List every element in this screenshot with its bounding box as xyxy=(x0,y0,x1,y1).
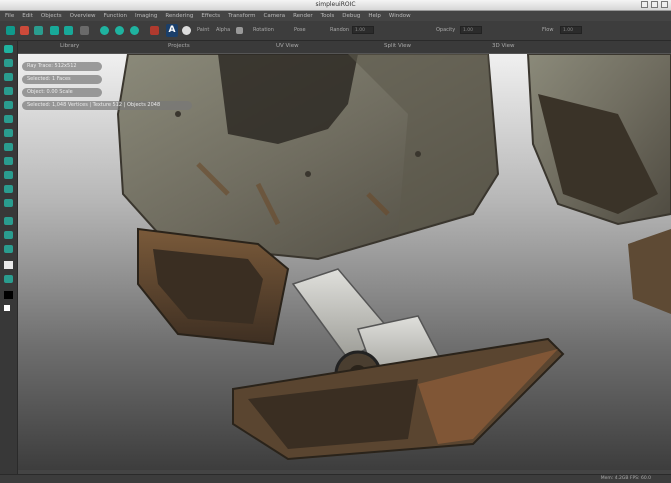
paint-icon[interactable] xyxy=(4,101,13,109)
tab-projects[interactable]: Projects xyxy=(168,43,190,49)
text-tool-icon[interactable]: A xyxy=(166,24,178,37)
3d-viewport[interactable]: Ray Trace: 512x512 Selected: 1 Faces Obj… xyxy=(18,54,671,470)
paint-bucket-icon[interactable] xyxy=(150,26,159,35)
menu-bar: File Edit Objects Overview Function Imag… xyxy=(0,11,671,21)
alpha-label[interactable]: Alpha xyxy=(216,27,230,33)
eraser-icon[interactable] xyxy=(4,115,13,123)
menu-overview[interactable]: Overview xyxy=(70,13,96,19)
menu-effects[interactable]: Effects xyxy=(201,13,220,19)
project-icon[interactable] xyxy=(4,231,13,239)
select-icon[interactable] xyxy=(4,45,13,53)
maximize-button[interactable] xyxy=(651,1,658,8)
viewport-info-line-1: Ray Trace: 512x512 xyxy=(22,62,102,71)
shade-icon[interactable] xyxy=(130,26,139,35)
mask-icon[interactable] xyxy=(4,199,13,207)
minimize-button[interactable] xyxy=(641,1,648,8)
window-titlebar: simpleuiROIC xyxy=(0,0,671,11)
background-color-swatch[interactable] xyxy=(4,291,13,299)
move-icon[interactable] xyxy=(4,59,13,67)
alpha-swatch-icon[interactable] xyxy=(236,27,243,34)
menu-window[interactable]: Window xyxy=(389,13,411,19)
save-icon[interactable] xyxy=(34,26,43,35)
pose-label[interactable]: Pose xyxy=(294,27,306,33)
panel-tabs: Library Projects UV View Split View 3D V… xyxy=(18,41,671,54)
stencil-icon[interactable] xyxy=(4,217,13,225)
picker-icon[interactable] xyxy=(4,185,13,193)
menu-rendering[interactable]: Rendering xyxy=(165,13,193,19)
menu-transform[interactable]: Transform xyxy=(228,13,255,19)
menu-function[interactable]: Function xyxy=(104,13,127,19)
redo-icon[interactable] xyxy=(64,26,73,35)
left-toolbar xyxy=(0,41,18,474)
robot-model-render xyxy=(116,54,671,461)
tab-library[interactable]: Library xyxy=(60,43,79,49)
tab-split-view[interactable]: Split View xyxy=(384,43,411,49)
globe-icon[interactable] xyxy=(115,26,124,35)
reset-colors-icon[interactable] xyxy=(4,305,10,311)
sphere-icon[interactable] xyxy=(100,26,109,35)
flow-field[interactable]: 1.00 xyxy=(560,26,582,34)
menu-imaging[interactable]: Imaging xyxy=(135,13,157,19)
tab-3d-view[interactable]: 3D View xyxy=(492,43,515,49)
camera-icon[interactable] xyxy=(4,245,13,253)
viewport-info-line-2: Selected: 1 Faces xyxy=(22,75,102,84)
menu-render[interactable]: Render xyxy=(293,13,313,19)
fill-icon[interactable] xyxy=(4,171,13,179)
menu-objects[interactable]: Objects xyxy=(41,13,62,19)
blur-icon[interactable] xyxy=(4,157,13,165)
menu-debug[interactable]: Debug xyxy=(342,13,360,19)
brush-icon[interactable] xyxy=(182,26,191,35)
menu-file[interactable]: File xyxy=(5,13,14,19)
menu-edit[interactable]: Edit xyxy=(22,13,33,19)
status-bar: Mem: 4.2GB FPS: 60.0 xyxy=(0,474,671,483)
close-button[interactable] xyxy=(661,1,668,8)
smudge-icon[interactable] xyxy=(4,143,13,151)
scale-icon[interactable] xyxy=(4,87,13,95)
opacity-label: Opacity xyxy=(436,27,456,33)
randon-field[interactable]: 1.00 xyxy=(352,26,374,34)
viewport-info-line-4: Selected: 1,048 Vertices | Texture 512 |… xyxy=(22,101,192,110)
tab-uv-view[interactable]: UV View xyxy=(276,43,299,49)
menu-tools[interactable]: Tools xyxy=(321,13,335,19)
rotate-icon[interactable] xyxy=(4,73,13,81)
randon-label: Randon xyxy=(330,27,349,33)
paint-label: Paint xyxy=(197,27,210,33)
main-toolbar: A Paint Alpha Rotation Pose Randon 1.00 … xyxy=(0,21,671,41)
menu-help[interactable]: Help xyxy=(368,13,381,19)
menu-camera[interactable]: Camera xyxy=(263,13,285,19)
window-title: simpleuiROIC xyxy=(315,1,356,8)
new-file-icon[interactable] xyxy=(6,26,15,35)
status-text: Mem: 4.2GB FPS: 60.0 xyxy=(600,476,651,481)
clone-icon[interactable] xyxy=(4,129,13,137)
viewport-info-line-3: Object: 0.00 Scale xyxy=(22,88,102,97)
foreground-color-swatch[interactable] xyxy=(4,261,13,269)
undo-icon[interactable] xyxy=(50,26,59,35)
opacity-field[interactable]: 1.00 xyxy=(460,26,482,34)
transform-icon[interactable] xyxy=(80,26,89,35)
flow-label: Flow xyxy=(542,27,554,33)
swap-colors-icon[interactable] xyxy=(4,275,13,283)
record-icon[interactable] xyxy=(20,26,29,35)
rotation-label[interactable]: Rotation xyxy=(253,27,274,33)
